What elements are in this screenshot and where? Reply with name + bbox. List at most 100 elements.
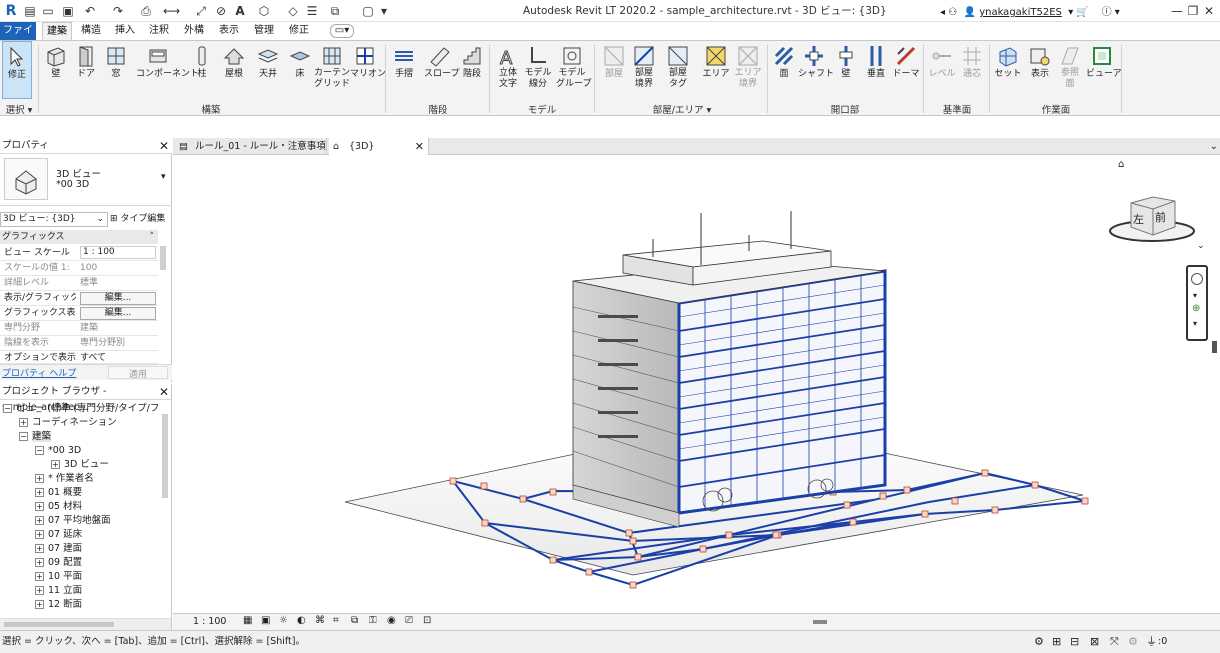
apply-button[interactable]: 適用 [108, 366, 168, 380]
chevron-down-icon[interactable]: ▾ [1193, 291, 1197, 300]
revit-logo-icon[interactable]: R [3, 3, 19, 19]
set-workplane-button[interactable]: セット [992, 41, 1024, 103]
level-button[interactable]: レベル [926, 41, 958, 103]
print-icon[interactable]: ⎙ [138, 3, 154, 19]
expand-icon[interactable]: + [35, 572, 44, 581]
analysis-icon[interactable]: ⊡ [423, 615, 431, 626]
reveal-hidden-icon[interactable]: ⎚ [405, 615, 413, 626]
underlay-icon[interactable]: ⊞ [1052, 631, 1061, 653]
tab-site[interactable]: 外構 [180, 22, 208, 40]
room-button[interactable]: 部屋 [598, 41, 630, 103]
close-icon[interactable]: ✕ [159, 138, 169, 154]
tab-manage[interactable]: 管理 [250, 22, 278, 40]
tree-item[interactable]: + * 作業者名 [35, 472, 94, 486]
tab-modify[interactable]: 修正 [285, 22, 313, 40]
collapse-icon[interactable]: − [3, 404, 12, 413]
steering-wheel-icon[interactable] [1191, 273, 1203, 285]
temp-hide-icon[interactable]: ◉ [387, 615, 396, 626]
edit-vg-button[interactable]: 編集... [80, 292, 156, 305]
section-icon[interactable]: ◇ [285, 3, 301, 19]
zoom-icon[interactable]: ⊕ [1192, 303, 1200, 314]
redo-icon[interactable]: ↷ [110, 3, 126, 19]
view-scale-button[interactable]: 1 : 100 [193, 616, 226, 627]
expand-icon[interactable]: + [51, 460, 60, 469]
tab-3d-view[interactable]: ⌂ {3D} ✕ [329, 138, 429, 155]
room-tag-button[interactable]: 部屋 タグ [662, 41, 694, 103]
component-button[interactable]: コンポーネント [136, 41, 199, 103]
save-icon[interactable]: ▣ [60, 3, 76, 19]
model-group-button[interactable]: モデル グループ [556, 41, 591, 103]
window-button[interactable]: 窓 [100, 41, 132, 103]
mullion-button[interactable]: マリオン [350, 41, 386, 103]
tree-item[interactable]: +3D ビュー [51, 458, 109, 472]
search-icon[interactable]: ◂ ⚇ [940, 7, 957, 18]
expand-icon[interactable]: + [35, 516, 44, 525]
tree-item[interactable]: − *00 3D [35, 444, 81, 458]
open-folder-icon[interactable]: ▭ [40, 3, 56, 19]
close-icon[interactable]: ✕ [159, 384, 169, 400]
browser-hscroll-thumb[interactable] [4, 622, 114, 627]
sun-path-icon[interactable]: ☼ [279, 615, 288, 626]
tree-item[interactable]: +12 断面 [35, 598, 82, 612]
properties-help-link[interactable]: プロパティ ヘルプ [2, 366, 76, 379]
viewcube-front-face[interactable]: 前 [1155, 209, 1166, 225]
graphics-section-header[interactable]: グラフィックス ˄ [0, 230, 158, 244]
shaft-button[interactable]: シャフト [798, 41, 834, 103]
close-button[interactable]: ✕ [1198, 2, 1220, 20]
browser-hscrollbar[interactable] [0, 618, 171, 630]
tab-rules-sheet[interactable]: ▤ ルール_01 - ルール・注意事項 [175, 138, 327, 155]
tree-item[interactable]: +07 延床 [35, 528, 82, 542]
detail-level-icon[interactable]: ▦ [243, 615, 252, 626]
railing-button[interactable]: 手摺 [388, 41, 420, 103]
prop-row-show-options[interactable]: オプションで表示 すべて [0, 351, 158, 364]
shadows-icon[interactable]: ◐ [297, 615, 306, 626]
floor-button[interactable]: 床 [284, 41, 316, 103]
edit-type-button[interactable]: ⊞ タイプ編集 [110, 212, 170, 227]
text-icon[interactable]: A [232, 3, 248, 19]
tab-overflow-icon[interactable]: ⌄ [1210, 138, 1218, 155]
tab-structure[interactable]: 構造 [77, 22, 105, 40]
expand-icon[interactable]: + [35, 544, 44, 553]
close-hidden-icon[interactable]: ⧉ [327, 3, 343, 19]
show-crop-icon[interactable]: ⧉ [351, 615, 358, 626]
room-separator-button[interactable]: 部屋 境界 [628, 41, 660, 103]
tab-view[interactable]: 表示 [215, 22, 243, 40]
room-panel-title[interactable]: 部屋/エリア ▾ [598, 102, 766, 116]
model-line-button[interactable]: モデル 線分 [522, 41, 554, 103]
tab-file[interactable]: ファイル [0, 22, 36, 54]
tree-item[interactable]: +11 立面 [35, 584, 82, 598]
select-by-face-icon[interactable]: ⊠ [1090, 631, 1099, 653]
default-3d-icon[interactable]: ⬡ [256, 3, 272, 19]
dimension-icon[interactable]: ⤢ [193, 3, 209, 19]
close-icon[interactable]: ✕ [415, 138, 424, 155]
ref-plane-button[interactable]: 参照 面 [1054, 41, 1086, 103]
prop-row-hidden-lines[interactable]: 陰線を表示 専門分野別 [0, 336, 158, 351]
ramp-button[interactable]: スロープ [424, 41, 459, 103]
area-boundary-button[interactable]: エリア 境界 [732, 41, 764, 103]
expand-icon[interactable]: + [35, 488, 44, 497]
visual-style-icon[interactable]: ▣ [261, 615, 270, 626]
user-name[interactable]: ynakagakiT52ES [979, 7, 1062, 18]
model-text-button[interactable]: A 立体 文字 [492, 41, 524, 103]
show-workplane-button[interactable]: 表示 [1024, 41, 1056, 103]
viewer-button[interactable]: ビューア [1086, 41, 1122, 103]
roof-button[interactable]: 屋根 [218, 41, 250, 103]
grid-button[interactable]: 通芯 [956, 41, 988, 103]
tree-item[interactable]: +10 平面 [35, 570, 82, 584]
collapse-icon[interactable]: − [35, 446, 44, 455]
help-icon[interactable]: ⓘ ▾ [1092, 7, 1120, 18]
crop-view-icon[interactable]: ⌗ [333, 615, 339, 626]
expand-icon[interactable]: + [35, 600, 44, 609]
user-icon[interactable]: 👤 [960, 7, 976, 18]
customize-toolbar-icon[interactable]: ▾ [376, 3, 392, 19]
home-icon[interactable]: ⌂ [1118, 159, 1124, 170]
tree-item[interactable]: +05 材料 [35, 500, 82, 514]
tab-architecture[interactable]: 建築 [42, 22, 72, 40]
expand-icon[interactable]: + [35, 474, 44, 483]
viewcube-menu-icon[interactable]: ⌄ [1197, 241, 1205, 251]
measure-icon[interactable]: ⟷ [163, 3, 180, 19]
tree-item[interactable]: +07 建面 [35, 542, 82, 556]
prop-row-discipline[interactable]: 専門分野 建築 [0, 321, 158, 336]
chevron-down-icon[interactable]: ▾ [1193, 319, 1197, 328]
tree-item[interactable]: +07 平均地盤面 [35, 514, 111, 528]
